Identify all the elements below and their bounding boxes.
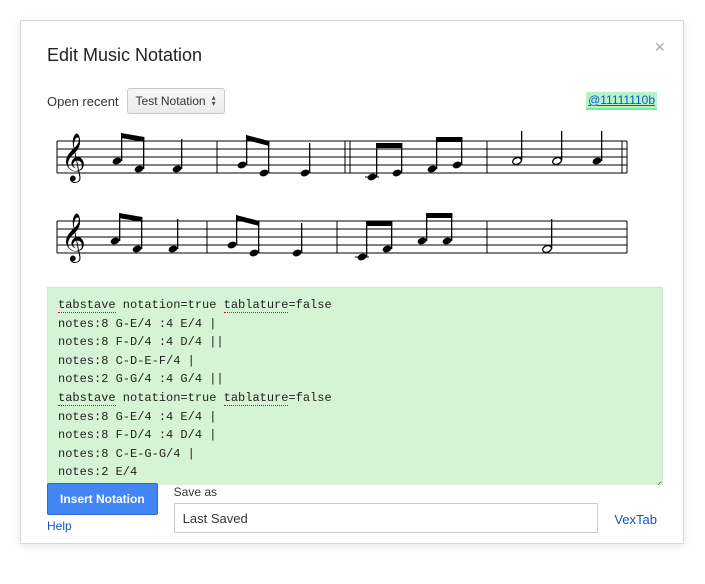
open-recent-label: Open recent bbox=[47, 94, 119, 109]
chevron-updown-icon: ▴▾ bbox=[212, 95, 216, 107]
help-link[interactable]: Help bbox=[47, 519, 158, 533]
notation-code-editor[interactable]: tabstave notation=true tablature=false n… bbox=[47, 287, 663, 485]
top-row: Open recent Test Notation ▴▾ @11111110b bbox=[47, 88, 657, 114]
vextab-link[interactable]: VexTab bbox=[614, 512, 657, 533]
close-icon[interactable]: × bbox=[654, 37, 665, 58]
open-recent-value: Test Notation bbox=[136, 94, 206, 108]
svg-text:𝄞: 𝄞 bbox=[61, 213, 86, 263]
dialog-title: Edit Music Notation bbox=[47, 45, 657, 66]
content-scroll[interactable]: 𝄞 bbox=[47, 115, 667, 485]
save-as-label: Save as bbox=[174, 485, 599, 499]
svg-text:𝄞: 𝄞 bbox=[61, 133, 86, 183]
insert-notation-button[interactable]: Insert Notation bbox=[47, 483, 158, 515]
open-recent-select[interactable]: Test Notation ▴▾ bbox=[127, 88, 225, 114]
edit-notation-dialog: × Edit Music Notation Open recent Test N… bbox=[20, 20, 684, 544]
save-as-input[interactable] bbox=[174, 503, 599, 533]
user-link[interactable]: @11111110b bbox=[586, 92, 657, 110]
music-staff-preview: 𝄞 bbox=[47, 121, 663, 281]
bottom-bar: Insert Notation Help Save as VexTab bbox=[47, 483, 657, 533]
